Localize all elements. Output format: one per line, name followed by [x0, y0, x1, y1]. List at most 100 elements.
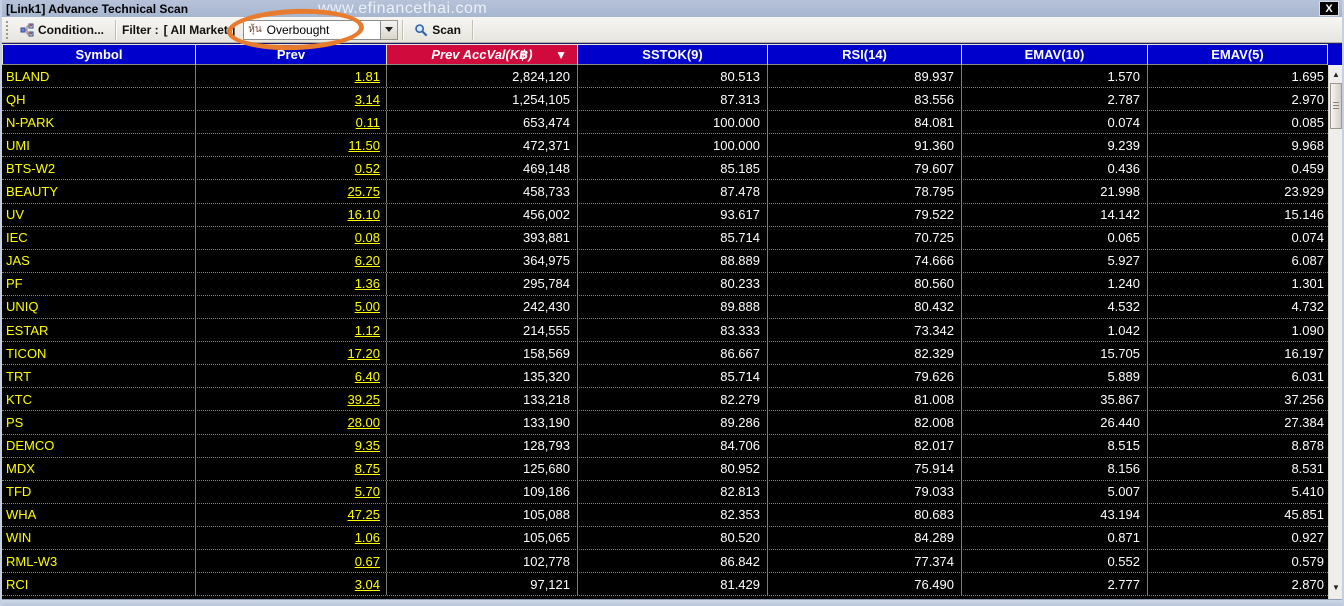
prev-price-link[interactable]: 3.14 [196, 88, 387, 111]
scroll-up-icon[interactable]: ▲ [1329, 67, 1342, 82]
table-row[interactable]: UMI 11.50 472,371 100.000 91.360 9.239 9.968 [2, 134, 1328, 158]
table-row[interactable]: KTC 39.25 133,218 82.279 81.008 35.867 37.256 [2, 388, 1328, 412]
table-row[interactable]: UV 16.10 456,002 93.617 79.522 14.142 15.146 [2, 203, 1328, 227]
value-cell: 242,430 [387, 295, 578, 319]
column-header-prev-accval-k[interactable]: Prev AccVal(K฿) ▼ [387, 44, 578, 65]
column-header-sstok-9[interactable]: SSTOK(9) [578, 44, 768, 65]
value-cell: 79.626 [768, 365, 962, 388]
value-cell: 83.556 [768, 88, 962, 111]
prev-price-link[interactable]: 25.75 [196, 180, 387, 203]
value-cell: 14.142 [962, 203, 1148, 226]
table-row[interactable]: BEAUTY 25.75 458,733 87.478 78.795 21.998 23.9… [2, 180, 1328, 204]
table-row[interactable]: IEC 0.08 393,881 85.714 70.725 0.065 0.074 [2, 226, 1328, 250]
value-cell: 86.842 [578, 549, 768, 573]
prev-price-link[interactable]: 1.81 [196, 65, 387, 88]
table-row[interactable]: DEMCO 9.35 128,793 84.706 82.017 8.515 8.878 [2, 434, 1328, 458]
column-header-symbol[interactable]: Symbol [2, 44, 196, 65]
prev-price-link[interactable]: 1.12 [196, 319, 387, 342]
value-cell: 83.333 [578, 319, 768, 342]
prev-price-link[interactable]: 0.67 [196, 549, 387, 573]
table-row[interactable]: N-PARK 0.11 653,474 100.000 84.081 0.074 0.085 [2, 111, 1328, 135]
prev-price-link[interactable]: 0.52 [196, 157, 387, 180]
vertical-scrollbar[interactable]: ▲ ▼ [1328, 65, 1342, 599]
column-header-emav-5[interactable]: EMAV(5) [1148, 44, 1328, 65]
prev-price-link[interactable]: 1.06 [196, 526, 387, 549]
prev-price-link[interactable]: 5.00 [196, 295, 387, 319]
prev-price-link[interactable]: 3.04 [196, 573, 387, 596]
table-row[interactable]: TICON 17.20 158,569 86.667 82.329 15.705 16.19… [2, 342, 1328, 366]
close-button[interactable]: X [1319, 1, 1339, 16]
table-row[interactable]: QH 3.14 1,254,105 87.313 83.556 2.787 2.970 [2, 88, 1328, 112]
value-cell: 214,555 [387, 319, 578, 342]
table-row[interactable]: RCI 3.04 97,121 81.429 76.490 2.777 2.870 [2, 573, 1328, 597]
table-row[interactable]: TFD 5.70 109,186 82.813 79.033 5.007 5.410 [2, 480, 1328, 504]
table-row[interactable]: PF 1.36 295,784 80.233 80.560 1.240 1.301 [2, 272, 1328, 296]
value-cell: 84.289 [768, 526, 962, 549]
scan-type-dropdown-arrow[interactable] [381, 19, 399, 40]
table-row[interactable]: MDX 8.75 125,680 80.952 75.914 8.156 8.531 [2, 457, 1328, 481]
prev-price-link[interactable]: 6.20 [196, 249, 387, 272]
table-row[interactable]: BTS-W2 0.52 469,148 85.185 79.607 0.436 0.459 [2, 157, 1328, 181]
symbol-cell: TICON [2, 342, 196, 365]
table-row[interactable]: RML-W3 0.67 102,778 86.842 77.374 0.552 0.579 [2, 549, 1328, 574]
scroll-down-icon[interactable]: ▼ [1329, 580, 1342, 595]
table-row[interactable]: PS 28.00 133,190 89.286 82.008 26.440 27.384 [2, 411, 1328, 435]
table-row[interactable]: WHA 47.25 105,088 82.353 80.683 43.194 45.851 [2, 503, 1328, 527]
value-cell: 75.914 [768, 457, 962, 480]
prev-price-link[interactable]: 17.20 [196, 342, 387, 365]
prev-price-link[interactable]: 47.25 [196, 503, 387, 526]
toolbar-gripper[interactable] [5, 20, 10, 39]
table-row[interactable]: WIN 1.06 105,065 80.520 84.289 0.871 0.927 [2, 526, 1328, 550]
table-row[interactable]: BLAND 1.81 2,824,120 80.513 89.937 1.570 1.695 [2, 65, 1328, 89]
table-row[interactable]: JAS 6.20 364,975 88.889 74.666 5.927 6.087 [2, 249, 1328, 273]
value-cell: 80.233 [578, 272, 768, 295]
prev-price-link[interactable]: 6.40 [196, 365, 387, 388]
scrollbar-thumb[interactable] [1330, 83, 1342, 129]
value-cell: 80.683 [768, 503, 962, 526]
value-cell: 472,371 [387, 134, 578, 157]
scan-button[interactable]: Scan [407, 20, 468, 40]
prev-price-link[interactable]: 39.25 [196, 388, 387, 411]
prev-price-link[interactable]: 0.11 [196, 111, 387, 134]
symbol-cell: BTS-W2 [2, 157, 196, 180]
value-cell: 393,881 [387, 226, 578, 249]
column-header-label: EMAV(5) [1211, 47, 1264, 62]
value-cell: 15.146 [1284, 207, 1324, 223]
value-cell: 80.952 [578, 457, 768, 480]
column-header-label: Symbol [75, 47, 123, 62]
table-body-wrap: BLAND 1.81 2,824,120 80.513 89.937 1.570 1.695… [2, 65, 1342, 599]
value-cell: 364,975 [387, 249, 578, 272]
column-header-prev[interactable]: Prev [196, 44, 387, 65]
value-cell: 0.927 [1291, 530, 1324, 546]
table-row[interactable]: ESTAR 1.12 214,555 83.333 73.342 1.042 1.090 [2, 319, 1328, 343]
column-header-rsi-14[interactable]: RSI(14) [768, 44, 962, 65]
prev-price-link[interactable]: 11.50 [196, 134, 387, 157]
prev-price-link[interactable]: 28.00 [196, 411, 387, 434]
value-cell: 35.867 [962, 388, 1148, 411]
value-cell: 2.870 [1291, 576, 1324, 592]
prev-price-link[interactable]: 8.75 [196, 457, 387, 480]
value-cell: 93.617 [578, 203, 768, 226]
value-cell: 80.432 [768, 295, 962, 319]
table-row[interactable]: UNIQ 5.00 242,430 89.888 80.432 4.532 4.732 [2, 295, 1328, 320]
value-cell: 100.000 [578, 134, 768, 157]
scan-type-dropdown[interactable]: หุ้น Overbought [243, 19, 382, 40]
column-header-label: EMAV(10) [1024, 47, 1085, 62]
symbol-cell: QH [2, 88, 196, 111]
value-cell: 102,778 [387, 549, 578, 573]
value-cell: 74.666 [768, 249, 962, 272]
column-header-emav-10[interactable]: EMAV(10) [962, 44, 1148, 65]
prev-price-link[interactable]: 0.08 [196, 226, 387, 249]
symbol-cell: PF [2, 272, 196, 295]
scan-button-label: Scan [432, 22, 461, 37]
prev-price-link[interactable]: 16.10 [196, 203, 387, 226]
value-cell: 78.795 [768, 180, 962, 203]
prev-price-link[interactable]: 5.70 [196, 480, 387, 503]
condition-button[interactable]: Condition... [13, 20, 111, 40]
value-cell: 135,320 [387, 365, 578, 388]
value-cell: 0.871 [962, 526, 1148, 549]
table-row[interactable]: TRT 6.40 135,320 85.714 79.626 5.889 6.031 [2, 365, 1328, 389]
prev-price-link[interactable]: 1.36 [196, 272, 387, 295]
scan-type-value: Overbought [266, 22, 330, 37]
prev-price-link[interactable]: 9.35 [196, 434, 387, 457]
